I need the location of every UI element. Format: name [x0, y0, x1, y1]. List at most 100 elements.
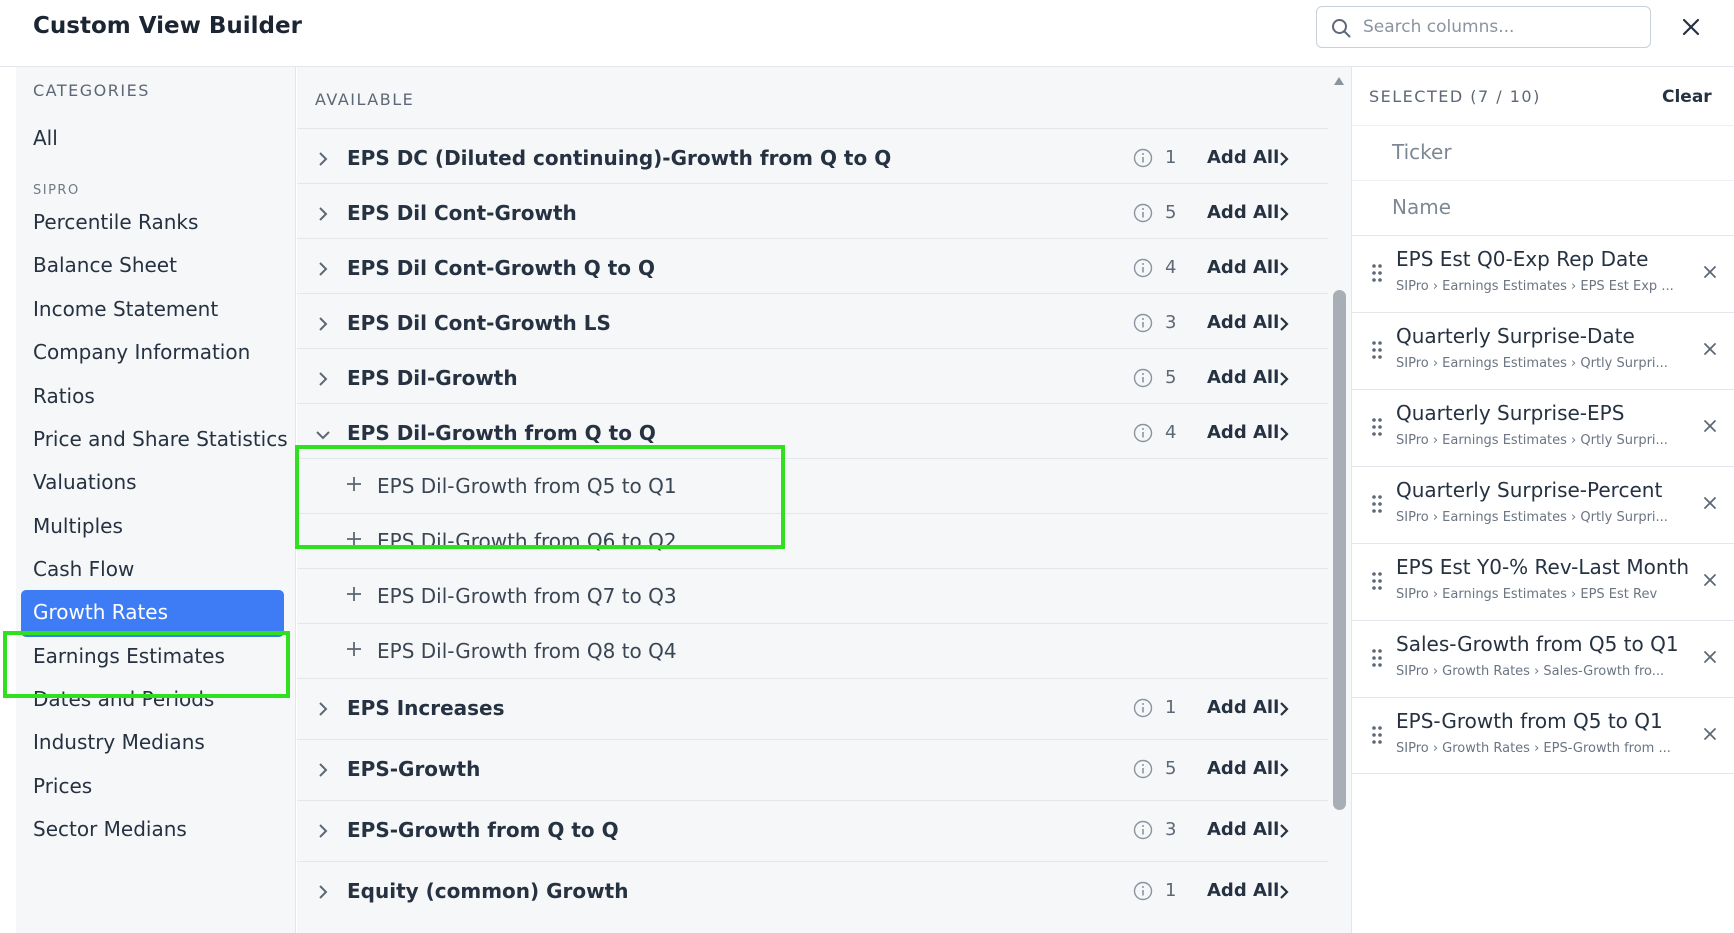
- chevron-right-icon[interactable]: [317, 151, 329, 167]
- chevron-right-icon[interactable]: [317, 701, 329, 717]
- chevron-right-icon[interactable]: [1278, 884, 1290, 900]
- add-all-button[interactable]: Add All: [1207, 880, 1279, 901]
- selected-column[interactable]: Quarterly Surprise-EPS SIPro › Earnings …: [1352, 389, 1734, 466]
- category-all[interactable]: All: [33, 126, 58, 150]
- fixed-column-label: Ticker: [1392, 140, 1452, 164]
- group-row[interactable]: EPS Dil-Growth 5 Add All: [297, 348, 1328, 409]
- group-row[interactable]: Equity (common) Growth 1 Add All: [297, 861, 1328, 922]
- column-item[interactable]: EPS Dil-Growth from Q8 to Q4: [297, 623, 1328, 678]
- selected-column[interactable]: EPS Est Y0-% Rev-Last Month SIPro › Earn…: [1352, 543, 1734, 620]
- group-row[interactable]: EPS Dil Cont-Growth 5 Add All: [297, 183, 1328, 244]
- category-ratios[interactable]: Ratios: [33, 384, 95, 408]
- group-count: 5: [1165, 758, 1177, 779]
- column-item[interactable]: EPS Dil-Growth from Q7 to Q3: [297, 568, 1328, 623]
- chevron-right-icon[interactable]: [1278, 206, 1290, 222]
- category-price-share-statistics[interactable]: Price and Share Statistics: [33, 427, 288, 451]
- group-row[interactable]: EPS Dil Cont-Growth Q to Q 4 Add All: [297, 238, 1328, 299]
- add-all-button[interactable]: Add All: [1207, 819, 1279, 840]
- info-icon[interactable]: [1133, 148, 1153, 168]
- scrollbar-thumb[interactable]: [1333, 290, 1346, 810]
- add-all-button[interactable]: Add All: [1207, 257, 1279, 278]
- chevron-right-icon[interactable]: [317, 206, 329, 222]
- fixed-column: Name: [1352, 180, 1734, 235]
- add-all-button[interactable]: Add All: [1207, 367, 1279, 388]
- chevron-right-icon[interactable]: [317, 884, 329, 900]
- category-growth-rates[interactable]: Growth Rates: [21, 590, 284, 637]
- remove-icon[interactable]: [1702, 495, 1718, 511]
- chevron-right-icon[interactable]: [317, 316, 329, 332]
- category-percentile-ranks[interactable]: Percentile Ranks: [33, 210, 198, 234]
- info-icon[interactable]: [1133, 820, 1153, 840]
- plus-icon[interactable]: [345, 640, 363, 658]
- remove-icon[interactable]: [1702, 649, 1718, 665]
- category-company-information[interactable]: Company Information: [33, 340, 250, 364]
- drag-handle-icon[interactable]: [1372, 649, 1382, 667]
- category-balance-sheet[interactable]: Balance Sheet: [33, 253, 177, 277]
- info-icon[interactable]: [1133, 759, 1153, 779]
- selected-column[interactable]: Quarterly Surprise-Percent SIPro › Earni…: [1352, 466, 1734, 543]
- selected-column[interactable]: Quarterly Surprise-Date SIPro › Earnings…: [1352, 312, 1734, 389]
- category-industry-medians[interactable]: Industry Medians: [33, 730, 205, 754]
- chevron-right-icon[interactable]: [317, 762, 329, 778]
- available-heading: AVAILABLE: [315, 90, 415, 109]
- group-row[interactable]: EPS Dil Cont-Growth LS 3 Add All: [297, 293, 1328, 354]
- chevron-right-icon[interactable]: [1278, 151, 1290, 167]
- add-all-button[interactable]: Add All: [1207, 312, 1279, 333]
- search-box[interactable]: [1316, 6, 1651, 48]
- close-icon[interactable]: [1676, 12, 1706, 42]
- selected-column[interactable]: Sales-Growth from Q5 to Q1 SIPro › Growt…: [1352, 620, 1734, 697]
- info-icon[interactable]: [1133, 423, 1153, 443]
- drag-handle-icon[interactable]: [1372, 572, 1382, 590]
- add-all-button[interactable]: Add All: [1207, 422, 1279, 443]
- chevron-right-icon[interactable]: [1278, 701, 1290, 717]
- drag-handle-icon[interactable]: [1372, 341, 1382, 359]
- category-prices[interactable]: Prices: [33, 774, 92, 798]
- remove-icon[interactable]: [1702, 726, 1718, 742]
- search-input[interactable]: [1363, 13, 1643, 41]
- category-cash-flow[interactable]: Cash Flow: [33, 557, 134, 581]
- chevron-right-icon[interactable]: [317, 261, 329, 277]
- highlight-box-growth-rates: [3, 631, 290, 698]
- add-all-button[interactable]: Add All: [1207, 147, 1279, 168]
- info-icon[interactable]: [1133, 258, 1153, 278]
- chevron-right-icon[interactable]: [1278, 762, 1290, 778]
- chevron-right-icon[interactable]: [1278, 823, 1290, 839]
- remove-icon[interactable]: [1702, 572, 1718, 588]
- chevron-right-icon[interactable]: [1278, 261, 1290, 277]
- scroll-up-arrow-icon[interactable]: [1333, 76, 1345, 86]
- group-count: 1: [1165, 880, 1177, 901]
- chevron-right-icon[interactable]: [1278, 316, 1290, 332]
- category-multiples[interactable]: Multiples: [33, 514, 123, 538]
- category-sector-medians[interactable]: Sector Medians: [33, 817, 187, 841]
- info-icon[interactable]: [1133, 881, 1153, 901]
- category-valuations[interactable]: Valuations: [33, 470, 137, 494]
- info-icon[interactable]: [1133, 698, 1153, 718]
- category-income-statement[interactable]: Income Statement: [33, 297, 218, 321]
- add-all-button[interactable]: Add All: [1207, 202, 1279, 223]
- group-row[interactable]: EPS-Growth 5 Add All: [297, 739, 1328, 800]
- drag-handle-icon[interactable]: [1372, 418, 1382, 436]
- remove-icon[interactable]: [1702, 341, 1718, 357]
- chevron-right-icon[interactable]: [1278, 371, 1290, 387]
- group-row[interactable]: EPS Increases 1 Add All: [297, 678, 1328, 739]
- group-row[interactable]: EPS DC (Diluted continuing)-Growth from …: [297, 128, 1328, 189]
- selected-column[interactable]: EPS Est Q0-Exp Rep Date SIPro › Earnings…: [1352, 235, 1734, 312]
- chevron-down-icon[interactable]: [315, 429, 331, 441]
- chevron-right-icon[interactable]: [1278, 426, 1290, 442]
- remove-icon[interactable]: [1702, 418, 1718, 434]
- chevron-right-icon[interactable]: [317, 823, 329, 839]
- add-all-button[interactable]: Add All: [1207, 758, 1279, 779]
- group-row[interactable]: EPS-Growth from Q to Q 3 Add All: [297, 800, 1328, 861]
- plus-icon[interactable]: [345, 585, 363, 603]
- add-all-button[interactable]: Add All: [1207, 697, 1279, 718]
- clear-button[interactable]: Clear: [1662, 87, 1712, 107]
- remove-icon[interactable]: [1702, 264, 1718, 280]
- drag-handle-icon[interactable]: [1372, 726, 1382, 744]
- chevron-right-icon[interactable]: [317, 371, 329, 387]
- drag-handle-icon[interactable]: [1372, 264, 1382, 282]
- info-icon[interactable]: [1133, 203, 1153, 223]
- drag-handle-icon[interactable]: [1372, 495, 1382, 513]
- info-icon[interactable]: [1133, 313, 1153, 333]
- selected-column[interactable]: EPS-Growth from Q5 to Q1 SIPro › Growth …: [1352, 697, 1734, 774]
- info-icon[interactable]: [1133, 368, 1153, 388]
